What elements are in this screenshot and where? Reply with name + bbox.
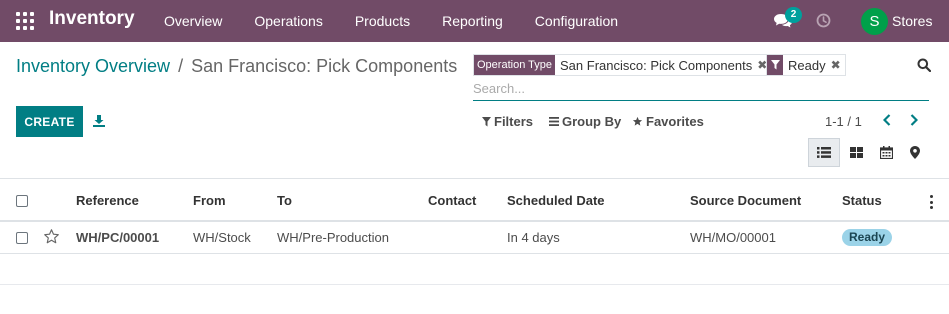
search-facet-ready: Ready ✖ — [766, 54, 846, 76]
pager-value[interactable]: 1-1 / 1 — [825, 114, 862, 129]
map-pin-icon — [910, 146, 920, 159]
menu-operations[interactable]: Operations — [238, 0, 338, 42]
column-header-to[interactable]: To — [277, 193, 292, 208]
map-view-button[interactable] — [899, 138, 931, 167]
top-navbar: Inventory Overview Operations Products R… — [0, 0, 949, 42]
breadcrumb: Inventory Overview / San Francisco: Pick… — [16, 56, 457, 77]
funnel-icon — [482, 116, 491, 126]
column-header-contact[interactable]: Contact — [428, 193, 476, 208]
column-header-status[interactable]: Status — [842, 193, 882, 208]
breadcrumb-separator: / — [178, 56, 184, 76]
list-icon — [817, 147, 831, 158]
status-badge: Ready — [842, 229, 893, 246]
company-switcher[interactable]: Stores — [892, 13, 932, 29]
table-row[interactable]: WH/PC/00001 WH/Stock WH/Pre-Production I… — [0, 222, 949, 254]
priority-star-icon[interactable] — [43, 228, 60, 245]
search-input[interactable] — [473, 79, 903, 97]
chat-count-badge: 2 — [785, 7, 802, 23]
menu-products[interactable]: Products — [339, 0, 426, 42]
list-header: Reference From To Contact Scheduled Date… — [0, 178, 949, 222]
menu-configuration[interactable]: Configuration — [519, 0, 634, 42]
column-header-source-document[interactable]: Source Document — [690, 193, 801, 208]
row-checkbox[interactable] — [16, 232, 28, 244]
column-header-reference[interactable]: Reference — [76, 193, 139, 208]
breadcrumb-current: San Francisco: Pick Components — [191, 56, 458, 76]
cell-reference: WH/PC/00001 — [76, 230, 160, 245]
search-bar: Operation Type San Francisco: Pick Compo… — [473, 54, 929, 101]
list-divider — [0, 284, 949, 285]
optional-columns-icon[interactable] — [930, 195, 934, 209]
favorites-button[interactable]: Favorites — [632, 114, 704, 129]
calendar-icon — [879, 146, 893, 159]
filters-label: Filters — [494, 114, 534, 129]
search-icon[interactable] — [917, 58, 932, 73]
facet-value: Ready — [783, 55, 831, 75]
groupby-button[interactable]: Group By — [549, 114, 621, 129]
cell-source-document: WH/MO/00001 — [690, 230, 776, 245]
calendar-view-button[interactable] — [870, 138, 902, 167]
pager-previous-icon[interactable] — [880, 112, 894, 128]
activity-clock-icon[interactable] — [816, 13, 831, 28]
pager-next-icon[interactable] — [907, 112, 921, 128]
main-menu: Overview Operations Products Reporting C… — [148, 0, 634, 42]
download-icon[interactable] — [92, 114, 106, 128]
search-facet-operation-type: Operation Type San Francisco: Pick Compo… — [473, 54, 773, 76]
facet-remove-icon[interactable]: ✖ — [830, 55, 845, 75]
column-header-from[interactable]: From — [193, 193, 226, 208]
menu-overview[interactable]: Overview — [148, 0, 238, 42]
apps-menu-icon[interactable] — [16, 12, 34, 30]
column-header-scheduled-date[interactable]: Scheduled Date — [507, 193, 605, 208]
cell-from: WH/Stock — [193, 230, 251, 245]
star-icon — [632, 116, 643, 126]
facet-value: San Francisco: Pick Components — [555, 55, 758, 75]
filters-button[interactable]: Filters — [482, 114, 533, 129]
facet-label: Operation Type — [474, 55, 556, 75]
list-view-button[interactable] — [808, 138, 840, 167]
create-button[interactable]: CREATE — [16, 106, 83, 137]
kanban-view-button[interactable] — [840, 138, 872, 167]
user-avatar[interactable]: S — [861, 8, 888, 35]
filter-icon — [767, 55, 783, 75]
favorites-label: Favorites — [646, 114, 704, 129]
menu-reporting[interactable]: Reporting — [426, 0, 519, 42]
select-all-checkbox[interactable] — [16, 195, 28, 207]
bars-icon — [549, 117, 559, 126]
cell-to: WH/Pre-Production — [277, 230, 389, 245]
breadcrumb-inventory-overview[interactable]: Inventory Overview — [16, 56, 170, 76]
kanban-icon — [849, 147, 863, 158]
app-title[interactable]: Inventory — [49, 8, 135, 30]
groupby-label: Group By — [562, 114, 622, 129]
cell-scheduled-date: In 4 days — [507, 230, 560, 245]
